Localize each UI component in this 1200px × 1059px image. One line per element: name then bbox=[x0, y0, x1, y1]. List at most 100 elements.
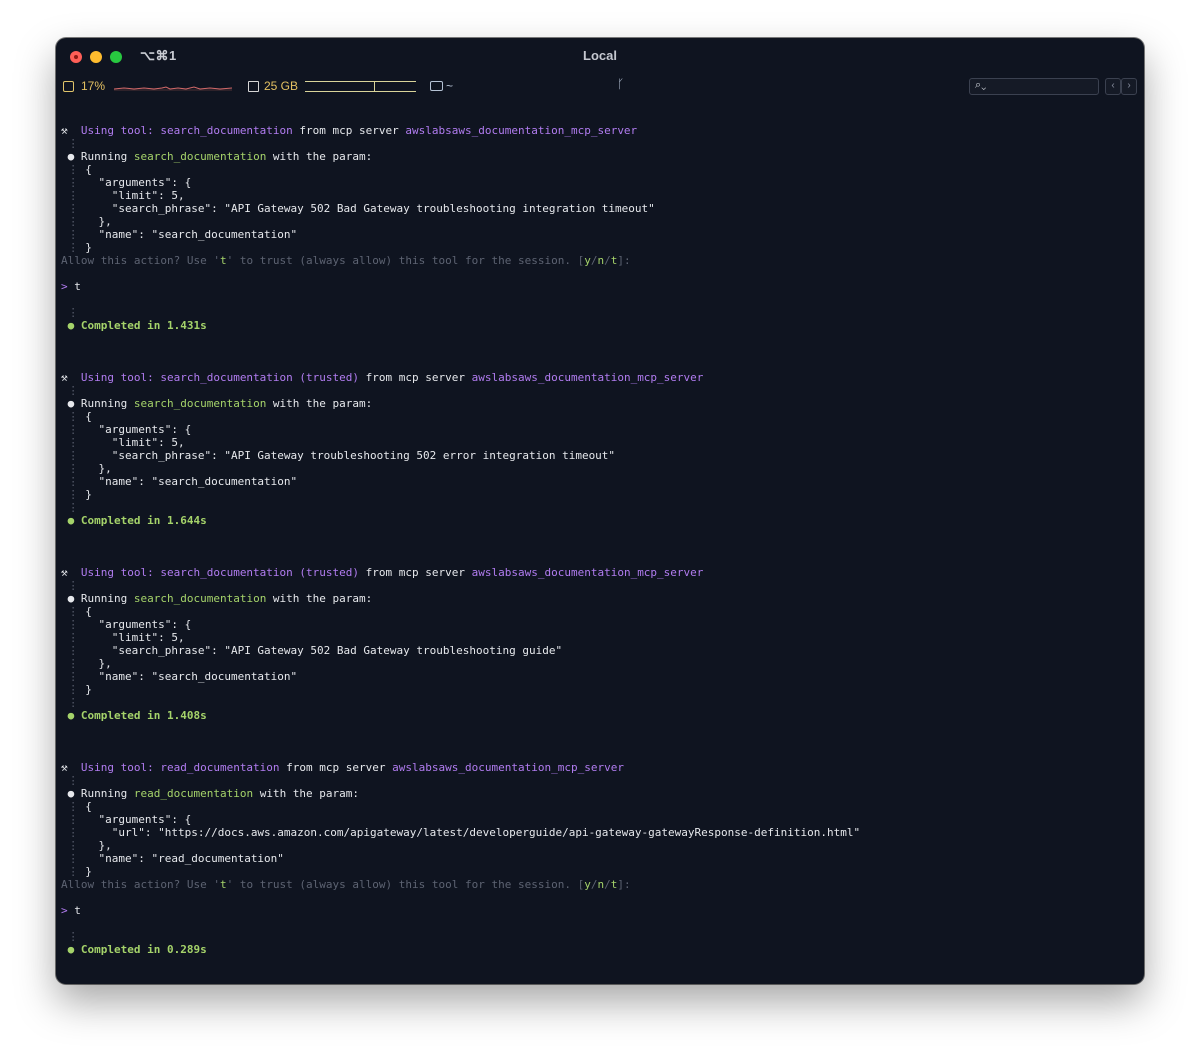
prompt-text: ]: bbox=[617, 254, 631, 267]
param-line: ⋮ { bbox=[61, 605, 92, 618]
running-label: Running bbox=[80, 787, 134, 800]
gutter: ⋮ bbox=[61, 423, 86, 436]
search-input[interactable]: ⌕⌄ bbox=[969, 78, 1099, 95]
prompt-text: Allow this action? Use ' bbox=[61, 254, 220, 267]
running-tool-name: search_documentation bbox=[133, 150, 267, 163]
server-name: awslabsaws_documentation_mcp_server bbox=[471, 371, 704, 384]
memory-usage: 25 GB bbox=[264, 79, 299, 93]
gutter: ⋮ bbox=[61, 683, 86, 696]
gutter-line: ⋮ bbox=[61, 384, 85, 397]
completed-time: Completed in 1.431s bbox=[80, 319, 207, 332]
gutter: ⋮ bbox=[61, 436, 86, 449]
prompt-text: Allow this action? Use ' bbox=[61, 878, 220, 891]
gutter: ⋮ bbox=[61, 501, 86, 514]
tool-name: search_documentation bbox=[160, 124, 293, 137]
gutter: ⋮ bbox=[61, 410, 86, 423]
gutter: ⋮ bbox=[61, 241, 86, 254]
git-branch-icon: ᚴ bbox=[617, 77, 625, 91]
tool-call-header: ⚒ Using tool: read_documentation from mc… bbox=[61, 761, 624, 774]
param-label: with the param: bbox=[266, 397, 373, 410]
param-line: ⋮ "arguments": { bbox=[61, 618, 192, 631]
gutter: ⋮ bbox=[61, 384, 86, 397]
gutter: ⋮ bbox=[61, 774, 86, 787]
prompt-key-y: y bbox=[584, 254, 591, 267]
status-bar: 17% 25 GB ~ ᚴ ⌕⌄ ‹ › bbox=[56, 76, 1144, 98]
success-dot-icon: ● bbox=[61, 709, 81, 722]
param-label: with the param: bbox=[266, 592, 373, 605]
using-tool-label: Using tool: bbox=[74, 371, 161, 384]
trusted-label: (trusted) bbox=[292, 371, 360, 384]
input-caret: > bbox=[61, 280, 68, 293]
param-line: ⋮ "name": "search_documentation" bbox=[61, 670, 298, 683]
gutter: ⋮ bbox=[61, 215, 86, 228]
param-line: ⋮ "arguments": { bbox=[61, 813, 192, 826]
param-line: ⋮ "name": "read_documentation" bbox=[61, 852, 284, 865]
tool-icon: ⚒ bbox=[61, 371, 75, 384]
param-json: "name": "search_documentation" bbox=[85, 228, 298, 241]
from-server-label: from mcp server bbox=[292, 124, 406, 137]
server-name: awslabsaws_documentation_mcp_server bbox=[405, 124, 638, 137]
param-label: with the param: bbox=[266, 150, 373, 163]
param-json: "limit": 5, bbox=[85, 436, 185, 449]
param-json: }, bbox=[85, 462, 112, 475]
param-line: ⋮ "arguments": { bbox=[61, 423, 192, 436]
param-json: "url": "https://docs.aws.amazon.com/apig… bbox=[85, 826, 861, 839]
param-line: ⋮ "name": "search_documentation" bbox=[61, 228, 298, 241]
param-line: ⋮ { bbox=[61, 163, 92, 176]
param-json: "arguments": { bbox=[85, 176, 192, 189]
gutter-line: ⋮ bbox=[61, 930, 85, 943]
param-json: "name": "read_documentation" bbox=[85, 852, 284, 865]
param-line: ⋮ "name": "search_documentation" bbox=[61, 475, 298, 488]
param-json: { bbox=[85, 410, 92, 423]
gutter: ⋮ bbox=[61, 644, 86, 657]
gutter: ⋮ bbox=[61, 696, 86, 709]
terminal-window: ⌥⌘1 Local 17% 25 GB ~ ᚴ ⌕⌄ ‹ › ⚒ Using t… bbox=[56, 38, 1144, 984]
tool-call-header: ⚒ Using tool: search_documentation (trus… bbox=[61, 371, 703, 384]
prompt-text: ]: bbox=[617, 878, 631, 891]
gutter-line: ⋮ bbox=[61, 137, 85, 150]
using-tool-label: Using tool: bbox=[74, 566, 161, 579]
success-dot-icon: ● bbox=[61, 943, 81, 956]
param-line: ⋮ } bbox=[61, 683, 92, 696]
param-json: "search_phrase": "API Gateway 502 Bad Ga… bbox=[85, 644, 563, 657]
tool-call-header: ⚒ Using tool: search_documentation from … bbox=[61, 124, 637, 137]
completed-line: ● Completed in 1.408s bbox=[61, 709, 207, 722]
param-line: ⋮ } bbox=[61, 488, 92, 501]
running-tool-name: search_documentation bbox=[133, 397, 267, 410]
input-answer: t bbox=[74, 280, 81, 293]
param-json: "arguments": { bbox=[85, 813, 192, 826]
param-json: } bbox=[85, 865, 92, 878]
param-line: ⋮ "search_phrase": "API Gateway 502 Bad … bbox=[61, 202, 655, 215]
param-line: ⋮ { bbox=[61, 410, 92, 423]
memory-icon bbox=[248, 81, 259, 92]
param-json: } bbox=[85, 241, 92, 254]
param-line: ⋮ "search_phrase": "API Gateway troubles… bbox=[61, 449, 615, 462]
running-tool-name: read_documentation bbox=[133, 787, 254, 800]
completed-time: Completed in 1.408s bbox=[80, 709, 207, 722]
search-prev-button[interactable]: ‹ bbox=[1105, 78, 1121, 95]
completed-time: Completed in 0.289s bbox=[80, 943, 207, 956]
gutter: ⋮ bbox=[61, 488, 86, 501]
param-json: "search_phrase": "API Gateway troublesho… bbox=[85, 449, 616, 462]
cpu-sparkline bbox=[114, 86, 233, 91]
gutter: ⋮ bbox=[61, 475, 86, 488]
search-next-button[interactable]: › bbox=[1121, 78, 1137, 95]
param-json: }, bbox=[85, 657, 112, 670]
gutter: ⋮ bbox=[61, 839, 86, 852]
param-json: "arguments": { bbox=[85, 423, 192, 436]
using-tool-label: Using tool: bbox=[74, 124, 161, 137]
running-tool-name: search_documentation bbox=[133, 592, 267, 605]
gutter: ⋮ bbox=[61, 618, 86, 631]
using-tool-label: Using tool: bbox=[74, 761, 161, 774]
param-json: }, bbox=[85, 839, 112, 852]
gutter: ⋮ bbox=[61, 163, 86, 176]
title-bar: ⌥⌘1 Local bbox=[56, 38, 1144, 72]
running-line: ● Running search_documentation with the … bbox=[61, 397, 373, 410]
gutter: ⋮ bbox=[61, 176, 86, 189]
gutter: ⋮ bbox=[61, 852, 86, 865]
bullet-icon: ● bbox=[61, 397, 81, 410]
gutter: ⋮ bbox=[61, 189, 86, 202]
running-line: ● Running read_documentation with the pa… bbox=[61, 787, 359, 800]
gutter-line: ⋮ bbox=[61, 696, 85, 709]
prompt-sep: / bbox=[604, 254, 611, 267]
